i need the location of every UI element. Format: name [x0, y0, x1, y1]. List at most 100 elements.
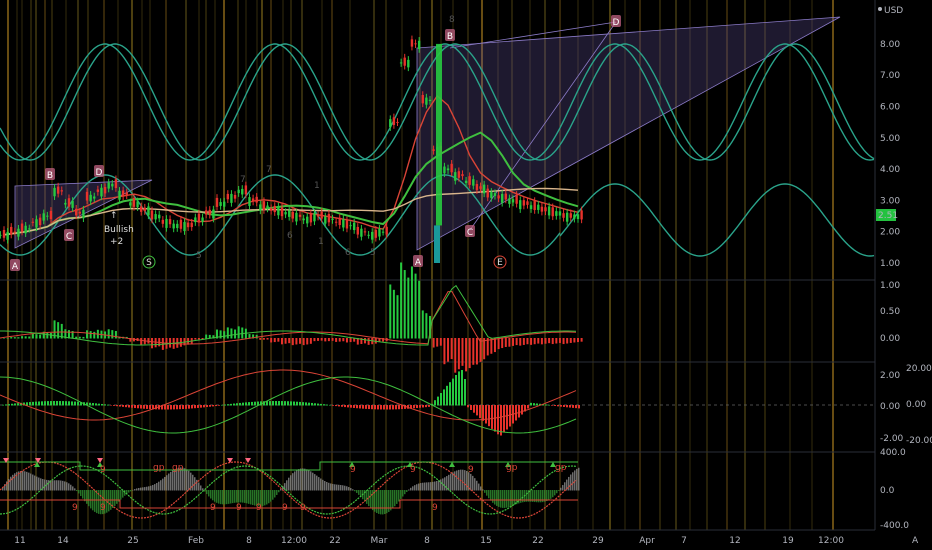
osc1-bar	[533, 338, 536, 345]
osc2-bar	[470, 405, 472, 410]
osc3-bar	[114, 490, 116, 506]
osc3-step-green	[0, 461, 578, 471]
osc1-bar	[49, 332, 52, 339]
osc3-bar	[564, 482, 566, 491]
osc1-bar	[519, 338, 522, 346]
candle-body	[93, 196, 96, 199]
candle-body	[417, 40, 421, 50]
osc2-tick-label: 0.00	[880, 402, 900, 412]
candle-body	[266, 205, 269, 209]
candle-body	[526, 201, 529, 205]
osc1-bar	[342, 338, 345, 342]
osc3-bar	[302, 468, 304, 491]
sell-triangle	[97, 458, 103, 463]
candle-body	[78, 211, 82, 214]
osc3-bar	[300, 468, 302, 491]
candle-body	[71, 200, 74, 208]
candle-body	[324, 216, 327, 224]
gp-label: gp	[555, 463, 567, 473]
osc1-tick-label: 0.50	[880, 307, 900, 317]
candle-body	[251, 198, 255, 202]
pattern-label: D	[613, 18, 620, 28]
candle-body	[349, 225, 352, 227]
osc2-bar	[491, 405, 493, 429]
osc3-bar	[520, 490, 522, 503]
osc1-bar	[457, 338, 460, 370]
osc3-bar	[420, 483, 422, 491]
osc3-bar	[396, 490, 398, 504]
osc2-bar	[473, 405, 475, 413]
price-tick-label: 2.00	[880, 228, 900, 238]
osc3-bar	[548, 490, 550, 501]
nine-label: 9	[100, 465, 106, 475]
osc3-bar	[234, 490, 236, 503]
osc2-bar	[32, 401, 34, 406]
osc2-bar	[449, 382, 451, 406]
candle-body	[389, 119, 392, 128]
osc2-bar	[284, 401, 286, 406]
osc3-bar	[470, 473, 472, 491]
osc2-bar	[53, 401, 55, 406]
osc2-bar	[131, 405, 133, 408]
candle-body	[158, 214, 161, 219]
osc2-bar	[236, 403, 238, 406]
osc1-bar	[573, 338, 576, 343]
osc3-bar	[30, 473, 32, 491]
osc3-bar	[418, 483, 420, 491]
x-tick-label: 19	[782, 536, 794, 546]
osc3-bar	[386, 490, 388, 514]
osc2-bar	[452, 378, 454, 406]
candle-body	[378, 228, 381, 237]
osc2-bar	[164, 405, 166, 410]
osc1-bar	[262, 338, 265, 340]
candle-body	[457, 171, 461, 178]
osc1-bar	[461, 338, 464, 366]
osc2-bar	[419, 405, 421, 408]
osc3-bar	[382, 490, 384, 515]
nine-label: 9	[350, 465, 356, 475]
osc2-bar	[29, 402, 31, 406]
osc2-bar	[8, 404, 10, 406]
candle-body	[309, 213, 313, 223]
osc2-bar	[458, 371, 460, 406]
osc3-bar	[332, 483, 334, 491]
osc2-bar	[548, 404, 550, 406]
osc2-bar	[428, 405, 430, 407]
last-price-label: 2.51	[878, 211, 898, 221]
osc1-bar	[270, 338, 273, 343]
osc2-bar	[332, 405, 334, 406]
osc3-bar	[504, 490, 506, 508]
candle-body	[42, 213, 45, 221]
candle-body	[179, 219, 183, 229]
osc2-bar	[281, 401, 283, 406]
candle-body	[0, 234, 2, 236]
osc2-bar	[551, 405, 553, 406]
osc2-bar	[359, 405, 361, 409]
osc2-bar	[440, 393, 442, 406]
osc3-bar	[262, 490, 264, 506]
osc1-bar	[277, 338, 280, 342]
osc3-bar	[342, 485, 344, 491]
osc3-bar	[224, 490, 226, 505]
osc3-bar	[290, 475, 292, 491]
osc3-bar	[384, 490, 386, 515]
osc2-bar	[353, 405, 355, 408]
osc2-bar	[104, 404, 106, 406]
osc2-bar	[59, 401, 61, 406]
spike-volume	[434, 225, 440, 263]
osc3-bar	[562, 485, 564, 491]
osc1-bar	[288, 338, 291, 344]
osc2-bar	[392, 405, 394, 410]
bullish-arrow: ↑	[110, 211, 118, 221]
osc1-bar	[151, 338, 154, 349]
osc3-bar	[366, 490, 368, 504]
osc3-bar	[556, 490, 558, 494]
osc3-bar	[144, 487, 146, 491]
nine-label: 9	[256, 503, 262, 513]
candle-body	[356, 226, 359, 235]
osc2-bar	[464, 379, 466, 406]
gp-label: gp	[172, 463, 184, 473]
osc1-bar	[540, 338, 543, 345]
osc3-bar	[356, 490, 358, 493]
osc2-bar	[323, 404, 325, 406]
